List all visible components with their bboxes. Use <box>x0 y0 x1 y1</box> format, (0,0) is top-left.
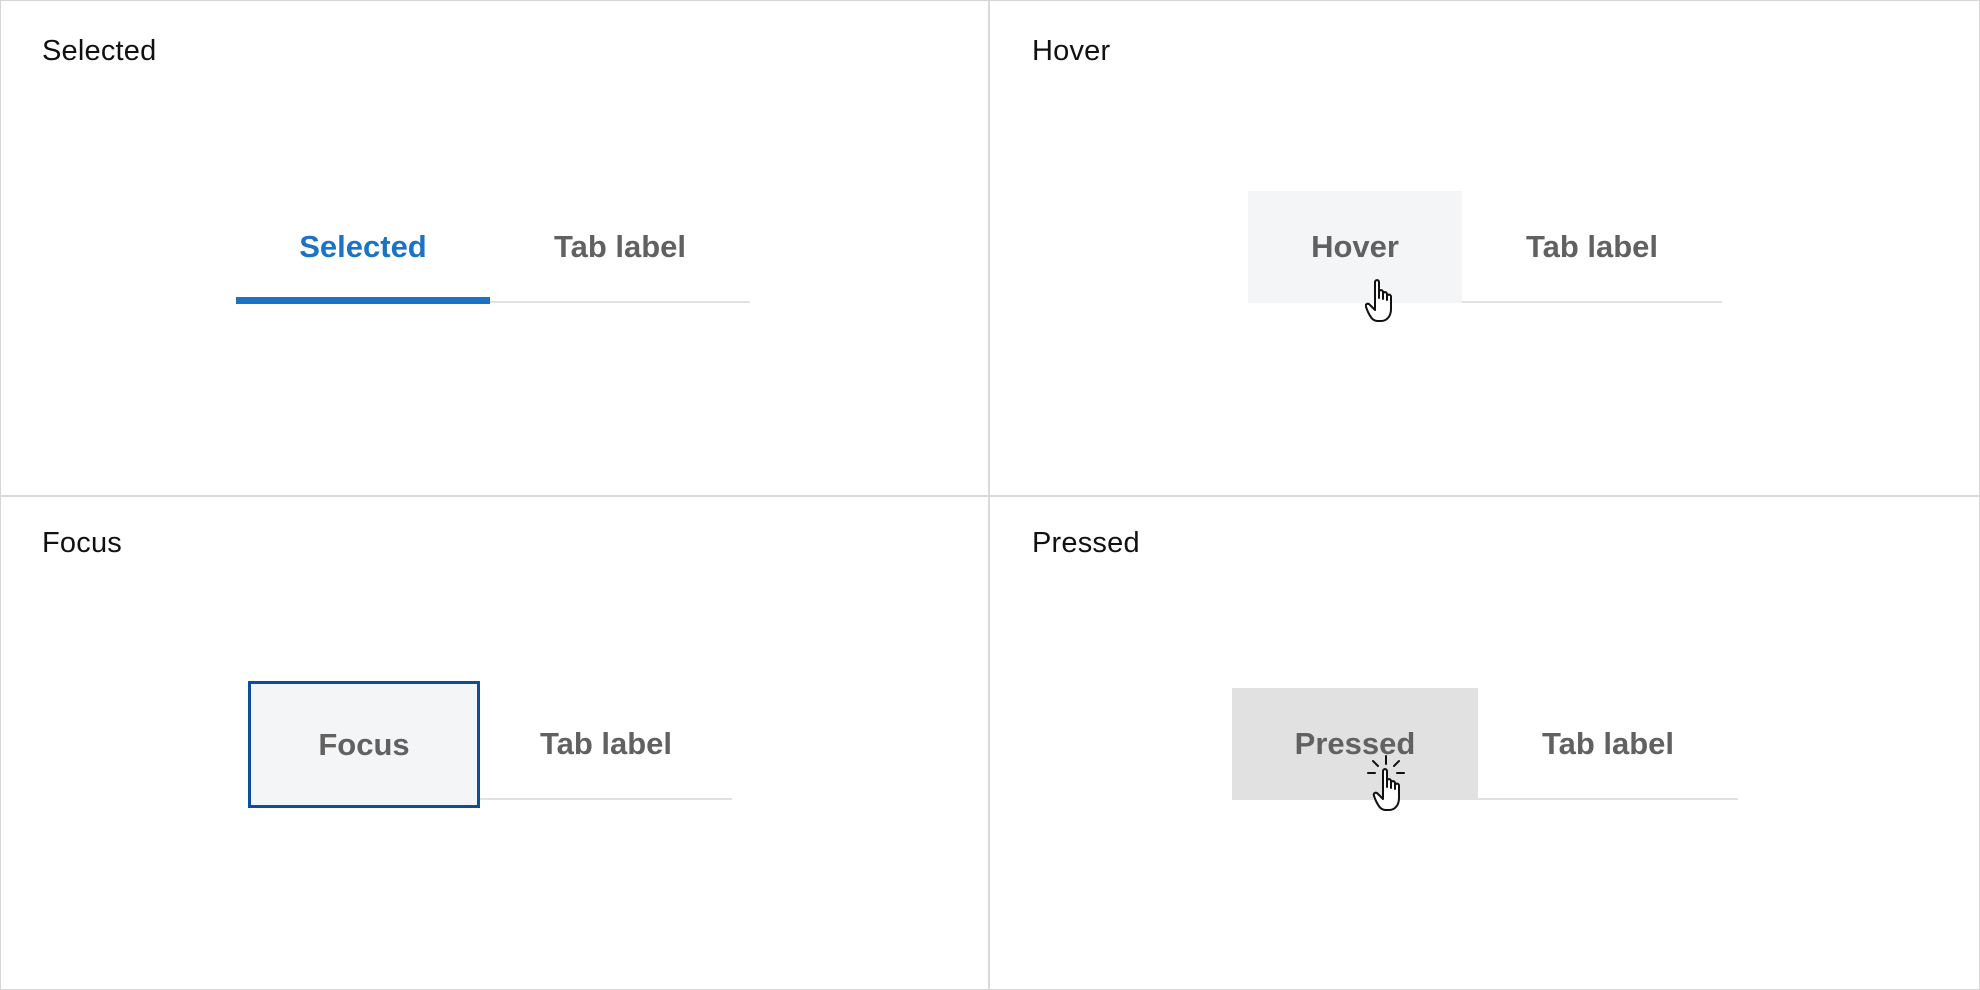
tab-bar-selected: Selected Tab label <box>236 191 750 304</box>
tab-label: Selected <box>299 229 427 264</box>
tab-bar-hover: Hover Tab label <box>1248 191 1722 303</box>
tab-focus[interactable]: Focus <box>248 681 480 808</box>
tab-pressed[interactable]: Pressed <box>1232 688 1478 800</box>
tab-default[interactable]: Tab label <box>1462 191 1722 303</box>
tab-label: Focus <box>318 726 410 762</box>
tab-label: Pressed <box>1294 726 1416 761</box>
horizontal-divider <box>0 495 1980 497</box>
tab-label: Hover <box>1311 229 1399 264</box>
quadrant-title-focus: Focus <box>42 527 122 559</box>
tab-label: Tab label <box>539 726 673 761</box>
quadrant-title-selected: Selected <box>42 35 157 67</box>
selected-tab-indicator <box>236 297 490 304</box>
tab-default[interactable]: Tab label <box>480 688 732 800</box>
quadrant-title-hover: Hover <box>1032 35 1111 67</box>
tab-bar-pressed: Pressed Tab label <box>1232 688 1738 800</box>
tab-label: Tab label <box>553 229 687 264</box>
tab-hover[interactable]: Hover <box>1248 191 1462 303</box>
tab-default[interactable]: Tab label <box>490 191 750 303</box>
tab-label: Tab label <box>1541 726 1675 761</box>
quadrant-title-pressed: Pressed <box>1032 527 1140 559</box>
tab-selected[interactable]: Selected <box>236 191 490 304</box>
tab-label: Tab label <box>1525 229 1659 264</box>
tab-bar-focus: Focus Tab label <box>248 681 732 808</box>
tab-default[interactable]: Tab label <box>1478 688 1738 800</box>
